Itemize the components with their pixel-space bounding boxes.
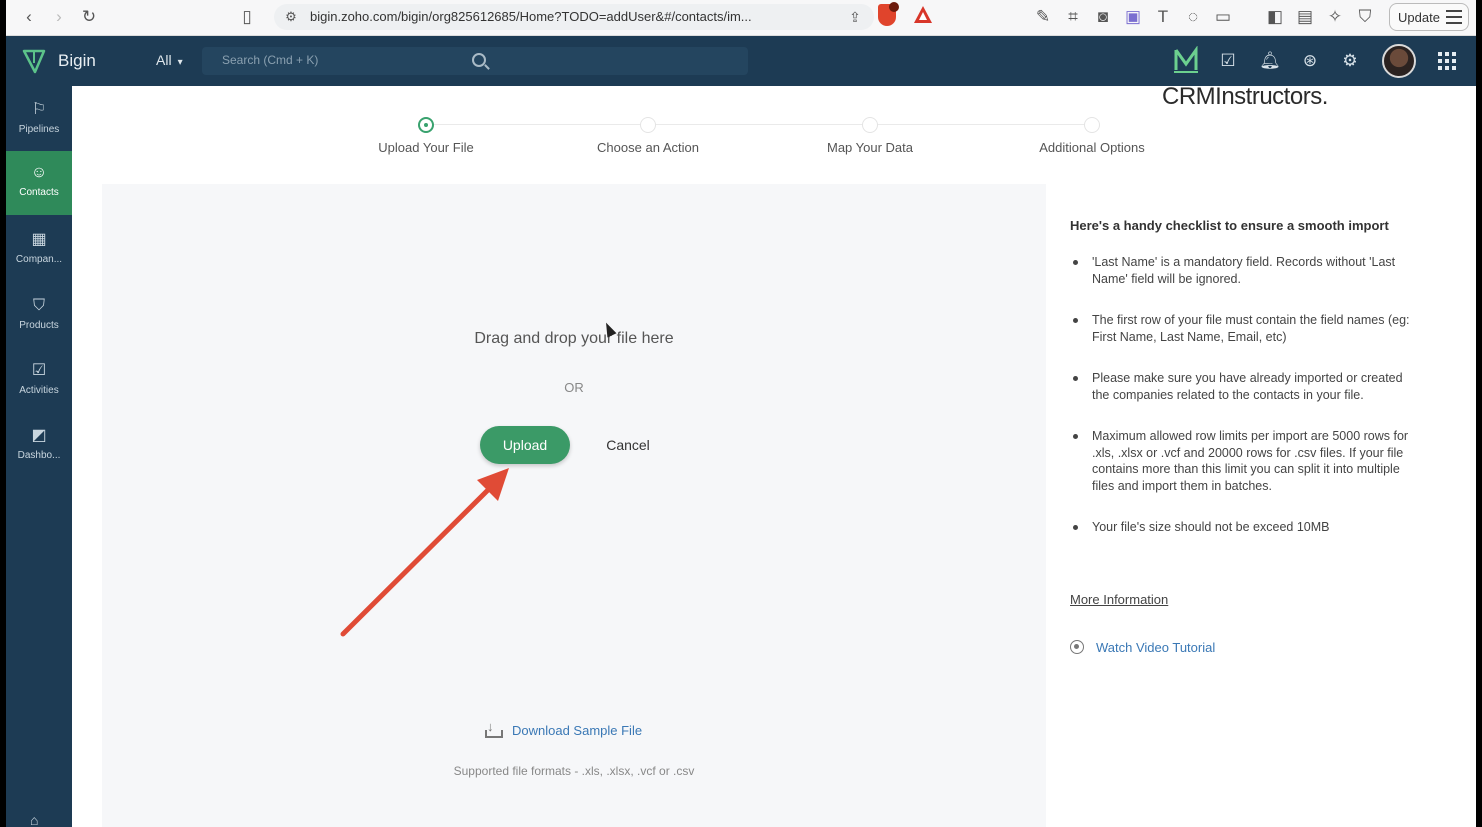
- step-3-label: Map Your Data: [826, 140, 914, 155]
- wallet-icon[interactable]: ▤: [1294, 6, 1316, 28]
- apps-grid-icon[interactable]: [1438, 52, 1456, 70]
- watch-video-link[interactable]: Watch Video Tutorial: [1070, 640, 1215, 655]
- import-checklist-panel: Here's a handy checklist to ensure a smo…: [1056, 184, 1476, 827]
- notifications-icon[interactable]: 🔔︎: [1258, 49, 1282, 73]
- play-icon: [1070, 640, 1084, 654]
- step-4-indicator: [1084, 117, 1100, 133]
- reload-icon[interactable]: ↻: [78, 6, 100, 28]
- step-2-label: Choose an Action: [597, 140, 699, 155]
- camera-icon[interactable]: ◙: [1092, 6, 1114, 28]
- share-icon[interactable]: ⇪: [844, 6, 866, 28]
- download-sample-link[interactable]: Download Sample File: [484, 719, 643, 738]
- watch-video-label: Watch Video Tutorial: [1096, 640, 1216, 655]
- update-label: Update: [1398, 10, 1440, 25]
- step-1-label: Upload Your File: [378, 140, 474, 155]
- search-input[interactable]: [222, 53, 452, 67]
- products-icon: ⛉: [32, 297, 45, 314]
- checklist-title: Here's a handy checklist to ensure a smo…: [1070, 218, 1389, 233]
- help-icon[interactable]: ⊛: [1298, 49, 1322, 73]
- sidebar: ⚐ Pipelines ☺ Contacts ▦ Compan... ⛉ Pro…: [6, 86, 72, 827]
- file-dropzone[interactable]: Drag and drop your file here OR Upload C…: [102, 184, 1046, 827]
- address-bar[interactable]: ⚙ bigin.zoho.com/bigin/org825612685/Home…: [274, 4, 874, 30]
- search-icon[interactable]: [472, 53, 486, 67]
- sidebar-toggle-icon[interactable]: ◧: [1264, 6, 1286, 28]
- menu-icon: [1446, 10, 1462, 28]
- screen: ‹ › ↻ ▯ ⚙ bigin.zoho.com/bigin/org825612…: [6, 0, 1476, 827]
- search-scope-select[interactable]: All ▾: [156, 52, 183, 68]
- checklist-item: Please make sure you have already import…: [1070, 370, 1420, 403]
- search-bar[interactable]: [202, 47, 748, 75]
- chat-icon[interactable]: ◌: [1182, 6, 1204, 28]
- step-connector: [432, 124, 646, 125]
- vpn-icon[interactable]: ⛉: [1354, 6, 1376, 28]
- checklist-item: Maximum allowed row limits per import ar…: [1070, 428, 1420, 494]
- settings-icon[interactable]: ⚙: [1338, 49, 1362, 73]
- site-settings-icon[interactable]: ⚙: [280, 6, 302, 28]
- download-sample-label: Download Sample File: [512, 723, 643, 738]
- pipelines-icon: ⚐: [31, 101, 47, 118]
- sidebar-item-label: Activities: [19, 385, 59, 396]
- activities-icon: ☑: [31, 362, 47, 379]
- url-text: bigin.zoho.com/bigin/org825612685/Home?T…: [310, 9, 752, 24]
- supported-formats-text: Supported file formats - .xls, .xlsx, .v…: [453, 764, 695, 778]
- sidebar-item-label: Compan...: [15, 254, 63, 265]
- sidebar-item-products[interactable]: ⛉ Products: [6, 284, 72, 348]
- collapse-icon[interactable]: ⌂: [30, 812, 38, 827]
- dashboards-icon: ◩: [31, 427, 47, 444]
- tasks-icon[interactable]: ☑: [1216, 49, 1240, 73]
- chevron-down-icon: ▾: [177, 57, 183, 68]
- cancel-button[interactable]: Cancel: [596, 432, 660, 458]
- checklist-item: Your file's size should not be exceed 10…: [1070, 519, 1420, 536]
- sidebar-item-label: Products: [19, 320, 59, 331]
- step-connector: [654, 124, 868, 125]
- forward-icon[interactable]: ›: [48, 6, 70, 28]
- text-icon[interactable]: T: [1152, 6, 1174, 28]
- checklist: 'Last Name' is a mandatory field. Record…: [1070, 254, 1420, 561]
- rewards-icon[interactable]: [914, 6, 932, 23]
- shield-badge-icon: [889, 2, 899, 12]
- step-connector: [876, 124, 1090, 125]
- companies-icon: ▦: [31, 231, 47, 248]
- import-stepper: Upload Your File Choose an Action Map Yo…: [72, 83, 1476, 174]
- step-1-indicator: [418, 117, 434, 133]
- back-icon[interactable]: ‹: [18, 6, 40, 28]
- brand-name: Bigin: [58, 51, 96, 70]
- step-3-indicator: [862, 117, 878, 133]
- checklist-item: The first row of your file must contain …: [1070, 312, 1420, 345]
- avatar[interactable]: [1382, 44, 1416, 78]
- marketplace-icon[interactable]: [1172, 46, 1200, 76]
- sidebar-item-companies[interactable]: ▦ Compan...: [6, 218, 72, 282]
- window-icon[interactable]: ▭: [1212, 6, 1234, 28]
- sidebar-item-label: Pipelines: [18, 124, 60, 135]
- import-wizard: Upload Your File Choose an Action Map Yo…: [72, 83, 1476, 827]
- extension-icon[interactable]: ▣: [1122, 6, 1144, 28]
- bigin-logo-icon: [22, 49, 46, 74]
- sidebar-item-label: Contacts: [19, 187, 59, 198]
- upload-button[interactable]: Upload: [480, 426, 570, 464]
- pen-icon[interactable]: ✎: [1032, 6, 1054, 28]
- leo-icon[interactable]: ✧: [1324, 6, 1346, 28]
- contacts-icon: ☺: [30, 164, 48, 181]
- sidebar-item-dashboards[interactable]: ◩ Dashbo...: [6, 414, 72, 478]
- step-2-indicator: [640, 117, 656, 133]
- bookmark-icon[interactable]: ▯: [236, 6, 258, 28]
- sidebar-item-contacts[interactable]: ☺ Contacts: [6, 151, 72, 215]
- sidebar-item-pipelines[interactable]: ⚐ Pipelines: [6, 88, 72, 152]
- sidebar-item-activities[interactable]: ☑ Activities: [6, 349, 72, 413]
- download-icon: [484, 719, 503, 738]
- checklist-item: 'Last Name' is a mandatory field. Record…: [1070, 254, 1420, 287]
- update-button[interactable]: Update: [1389, 3, 1469, 31]
- drag-drop-text: Drag and drop your file here: [474, 330, 674, 347]
- more-information-link[interactable]: More Information: [1070, 592, 1168, 607]
- sidebar-item-label: Dashbo...: [17, 450, 61, 461]
- step-4-label: Additional Options: [1039, 140, 1145, 155]
- browser-toolbar: ‹ › ↻ ▯ ⚙ bigin.zoho.com/bigin/org825612…: [6, 0, 1476, 36]
- or-separator: OR: [564, 380, 584, 395]
- search-scope-label: All: [156, 52, 172, 68]
- crop-icon[interactable]: ⌗: [1062, 6, 1084, 28]
- app-header: Bigin All ▾ ☑ 🔔︎ ⊛ ⚙: [6, 36, 1476, 86]
- crm-instructors-watermark: CRMInstructors.: [1162, 83, 1328, 110]
